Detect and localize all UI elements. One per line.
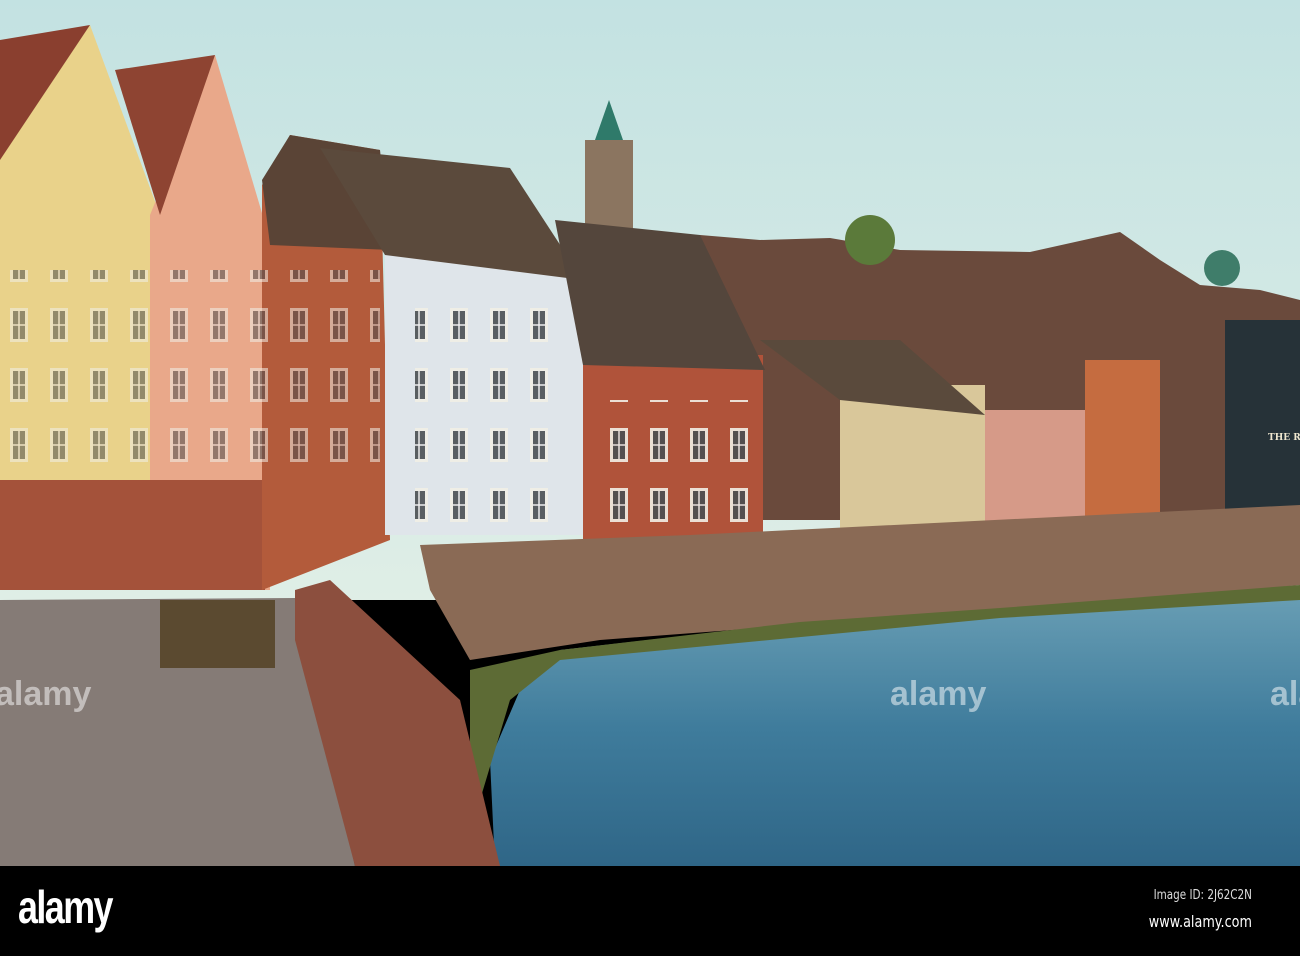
- bench: [160, 600, 275, 668]
- green-dome: [1204, 250, 1240, 286]
- tree: [845, 215, 895, 265]
- image-id: Image ID: 2J62C2N: [1153, 888, 1252, 903]
- website-link[interactable]: www.alamy.com: [1149, 912, 1252, 931]
- stock-photo-frame: THE RI alamy alamy alamy alamy Image ID:…: [0, 0, 1300, 956]
- watermark: alamy: [0, 675, 91, 713]
- footer-bar: alamy Image ID: 2J62C2N www.alamy.com: [0, 866, 1300, 956]
- pub-sign: THE RI: [1268, 433, 1300, 443]
- clock-tower: [585, 140, 633, 230]
- alamy-logo: alamy: [18, 881, 114, 933]
- pub-building: [1225, 320, 1300, 520]
- watermark: alamy: [890, 675, 986, 713]
- orange-building: [1085, 360, 1160, 525]
- watermark: alamy: [1270, 675, 1300, 713]
- riverside-photo: THE RI alamy alamy alamy: [0, 0, 1300, 866]
